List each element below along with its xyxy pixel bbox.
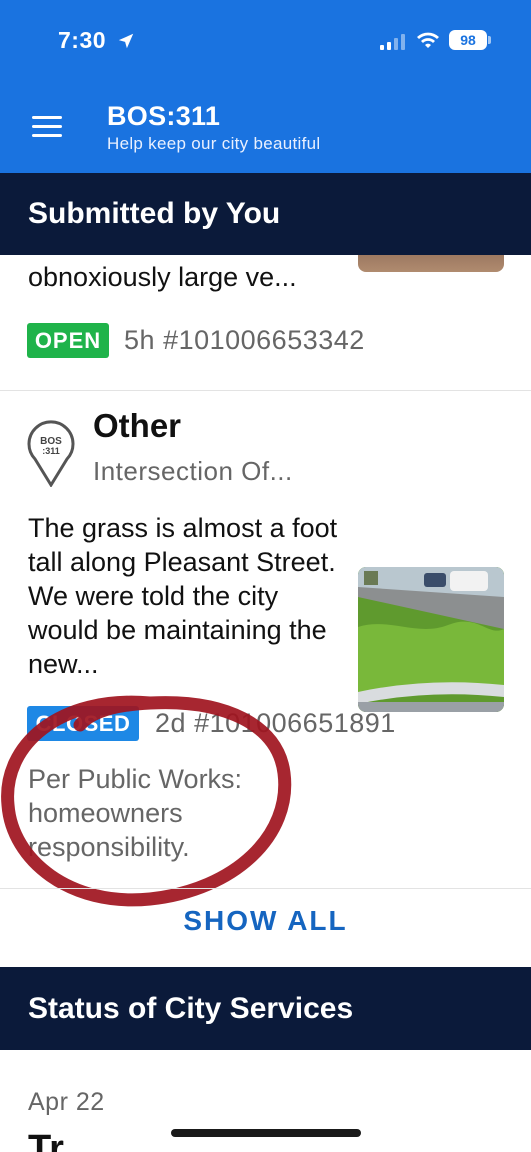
status-time-text: 7:30 xyxy=(58,27,107,53)
app-subtitle: Help keep our city beautiful xyxy=(107,134,321,153)
map-pin-icon: BOS :311 xyxy=(27,420,75,487)
report-2-response: Per Public Works: homeowners responsibil… xyxy=(28,764,243,862)
status-badge-open: OPEN xyxy=(27,323,109,358)
report-1-case-number: #101006653342 xyxy=(163,325,365,355)
report-1-description[interactable]: obnoxiously large ve... xyxy=(28,262,297,293)
report-2-case-number: #101006651891 xyxy=(194,708,396,738)
battery-icon: 98 xyxy=(449,30,491,50)
divider xyxy=(0,390,531,391)
svg-text::311: :311 xyxy=(42,446,60,456)
report-2-age: 2d xyxy=(155,708,187,738)
report-2-meta: 2d #101006651891 xyxy=(155,708,396,739)
status-time: 7:30 xyxy=(58,27,135,54)
divider xyxy=(0,888,531,889)
signal-icon xyxy=(380,34,405,50)
home-indicator[interactable] xyxy=(171,1129,361,1137)
show-all-button[interactable]: SHOW ALL xyxy=(0,905,531,937)
report-2-type[interactable]: Other xyxy=(93,407,181,445)
report-2-photo[interactable] xyxy=(358,567,504,712)
report-2-description[interactable]: The grass is almost a foot tall along Pl… xyxy=(28,511,348,681)
section-header-city-services: Status of City Services xyxy=(0,967,531,1050)
hamburger-menu-icon[interactable] xyxy=(32,116,62,138)
wifi-icon xyxy=(417,32,439,48)
location-arrow-icon xyxy=(118,33,134,49)
section-header-submitted: Submitted by You xyxy=(0,173,531,255)
report-2-location: Intersection Of... xyxy=(93,456,293,486)
app-header: 7:30 98 BOS:311 Help keep our city beaut… xyxy=(0,0,531,173)
service-date: Apr 22 xyxy=(28,1088,105,1116)
app-title: BOS:311 xyxy=(107,101,221,131)
service-item-title[interactable]: Tr xyxy=(28,1128,64,1152)
report-1-age: 5h xyxy=(124,325,156,355)
status-badge-closed: CLOSED xyxy=(27,706,139,741)
report-1-meta: 5h #101006653342 xyxy=(124,325,365,356)
